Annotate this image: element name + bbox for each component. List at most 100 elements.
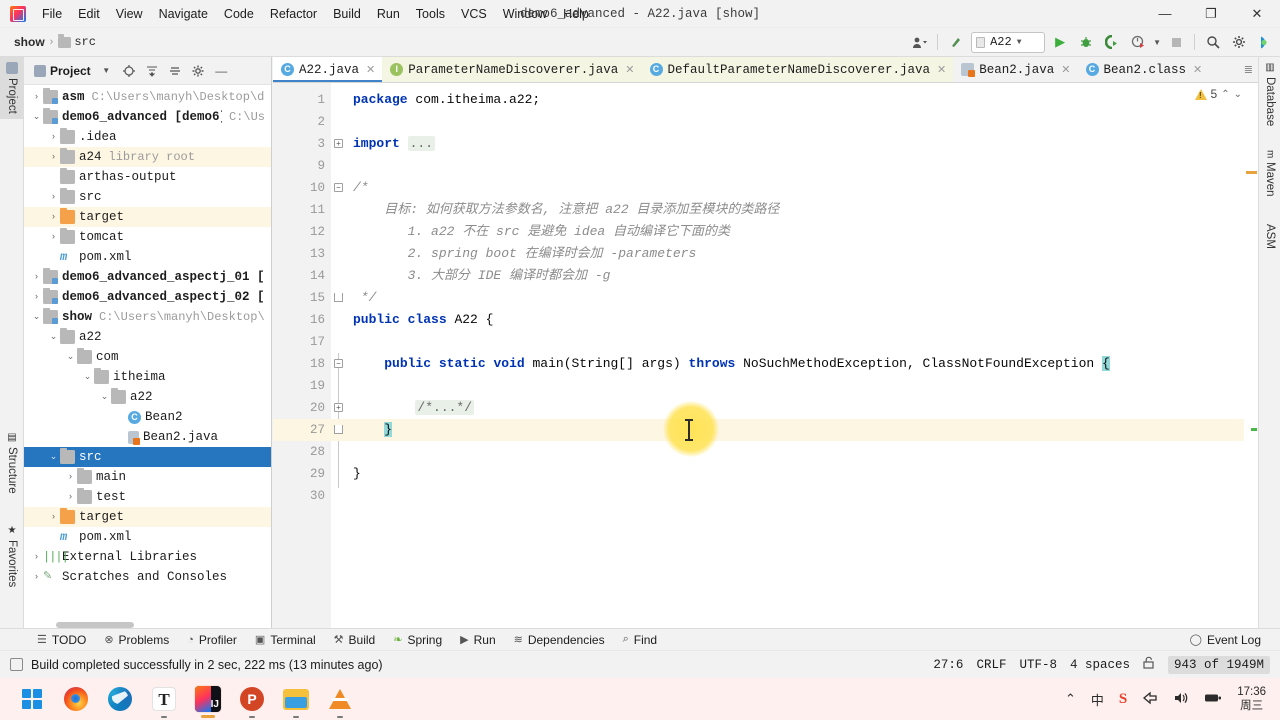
profiler-chevron-down-icon[interactable]: ▼ bbox=[1153, 38, 1161, 47]
tree-expander-icon[interactable]: ⌄ bbox=[30, 312, 43, 322]
memory-indicator[interactable]: 943 of 1949M bbox=[1167, 655, 1270, 674]
search-everywhere-icon[interactable] bbox=[1202, 31, 1224, 53]
hide-panel-icon[interactable]: — bbox=[212, 61, 231, 80]
tool-window-favorites[interactable]: ★ Favorites bbox=[0, 520, 24, 592]
close-button[interactable]: ✕ bbox=[1234, 0, 1280, 28]
tree-node[interactable]: ⌄ a22 bbox=[24, 387, 271, 407]
typora-icon[interactable]: T bbox=[150, 685, 178, 718]
tree-expander-icon[interactable]: › bbox=[30, 292, 43, 302]
settings-gear-icon[interactable] bbox=[1228, 31, 1250, 53]
lock-icon[interactable] bbox=[1143, 656, 1155, 673]
tree-node[interactable]: C Bean2 bbox=[24, 407, 271, 427]
ide-assistant-icon[interactable] bbox=[1254, 31, 1276, 53]
editor-tab[interactable]: C Bean2.class ✕ bbox=[1078, 57, 1210, 82]
tree-expander-icon[interactable]: › bbox=[47, 512, 60, 522]
close-icon[interactable]: ✕ bbox=[1193, 63, 1202, 77]
tree-expander-icon[interactable]: ⌄ bbox=[47, 332, 60, 342]
file-encoding[interactable]: UTF-8 bbox=[1019, 658, 1057, 672]
fold-marker-gutter[interactable]: + − − + bbox=[331, 83, 353, 630]
run-with-coverage-button[interactable] bbox=[1101, 31, 1123, 53]
chevron-down-icon[interactable]: ⌄ bbox=[1234, 89, 1242, 100]
chevron-down-icon[interactable]: ▼ bbox=[97, 61, 116, 80]
volume-icon[interactable] bbox=[1173, 691, 1189, 708]
tree-expander-icon[interactable]: › bbox=[47, 212, 60, 222]
tree-expander-icon[interactable]: › bbox=[47, 192, 60, 202]
collapse-fold-icon[interactable]: − bbox=[334, 183, 343, 192]
tool-window-build[interactable]: ⚒ Build bbox=[325, 633, 385, 647]
tool-window-todo[interactable]: ☰ TODO bbox=[28, 633, 95, 647]
caret-position[interactable]: 27:6 bbox=[933, 658, 963, 672]
tree-expander-icon[interactable]: › bbox=[47, 152, 60, 162]
minimize-button[interactable]: — bbox=[1142, 0, 1188, 28]
menu-navigate[interactable]: Navigate bbox=[151, 3, 216, 25]
maximize-button[interactable]: ❐ bbox=[1188, 0, 1234, 28]
tool-window-structure[interactable]: ▤ Structure bbox=[0, 427, 24, 499]
firefox-icon[interactable] bbox=[62, 685, 90, 713]
windows-start-icon[interactable] bbox=[18, 685, 46, 713]
editor-tab[interactable]: I ParameterNameDiscoverer.java ✕ bbox=[382, 57, 642, 82]
tree-node[interactable]: ⌄ a22 bbox=[24, 327, 271, 347]
breadcrumb-item-src[interactable]: src bbox=[74, 35, 96, 49]
network-icon[interactable] bbox=[1142, 691, 1158, 708]
tree-node[interactable]: m pom.xml bbox=[24, 247, 271, 267]
menu-refactor[interactable]: Refactor bbox=[262, 3, 325, 25]
tool-window-spring[interactable]: ❧ Spring bbox=[384, 633, 451, 647]
editor-tab[interactable]: C A22.java ✕ bbox=[273, 57, 383, 82]
file-explorer-icon[interactable] bbox=[282, 685, 310, 718]
tool-window-project[interactable]: Project bbox=[0, 57, 24, 119]
tree-expander-icon[interactable]: ⌄ bbox=[47, 452, 60, 462]
code-content[interactable]: package com.itheima.a22; import ... /* 目标:… bbox=[353, 83, 1258, 630]
tool-window-terminal[interactable]: ▣ Terminal bbox=[246, 633, 325, 647]
indent-setting[interactable]: 4 spaces bbox=[1070, 658, 1130, 672]
tool-window-database[interactable]: ▥ Database bbox=[1259, 57, 1280, 131]
menu-run[interactable]: Run bbox=[369, 3, 408, 25]
tool-window-asm[interactable]: ASM bbox=[1259, 219, 1280, 254]
menu-code[interactable]: Code bbox=[216, 3, 262, 25]
tab-overflow-icon[interactable]: ≣ bbox=[1239, 57, 1258, 82]
ime-indicator[interactable]: 中 bbox=[1091, 690, 1104, 709]
intellij-idea-icon[interactable] bbox=[194, 685, 222, 718]
tray-chevron-up-icon[interactable]: ⌃ bbox=[1065, 691, 1076, 707]
expand-fold-icon[interactable]: + bbox=[334, 139, 343, 148]
tree-node[interactable]: › target bbox=[24, 507, 271, 527]
tree-node[interactable]: ⌄ src bbox=[24, 447, 271, 467]
folded-comment[interactable]: /*...*/ bbox=[415, 400, 475, 415]
run-configuration-selector[interactable]: A22 ▼ bbox=[971, 31, 1046, 53]
tree-expander-icon[interactable]: › bbox=[30, 572, 43, 582]
tree-node[interactable]: Bean2.java bbox=[24, 427, 271, 447]
tool-window-maven[interactable]: m Maven bbox=[1259, 145, 1280, 202]
tree-expander-icon[interactable]: ⌄ bbox=[30, 112, 43, 122]
profiler-button[interactable] bbox=[1127, 31, 1149, 53]
tree-node[interactable]: › demo6_advanced_aspectj_02 [a bbox=[24, 287, 271, 307]
powerpoint-icon[interactable] bbox=[238, 685, 266, 718]
tree-node[interactable]: › main bbox=[24, 467, 271, 487]
tree-node[interactable]: › a24 library root bbox=[24, 147, 271, 167]
edge-icon[interactable] bbox=[106, 685, 134, 713]
tree-expander-icon[interactable]: › bbox=[30, 272, 43, 282]
debug-button[interactable] bbox=[1075, 31, 1097, 53]
tree-expander-icon[interactable]: › bbox=[30, 92, 43, 102]
tree-expander-icon[interactable]: › bbox=[64, 472, 77, 482]
tool-window-dependencies[interactable]: ≋ Dependencies bbox=[505, 633, 614, 647]
tree-expander-icon[interactable]: › bbox=[47, 232, 60, 242]
fold-end-icon[interactable] bbox=[334, 293, 343, 302]
fold-end-icon[interactable] bbox=[334, 425, 343, 434]
menu-file[interactable]: File bbox=[34, 3, 70, 25]
menu-help[interactable]: Help bbox=[555, 3, 597, 25]
close-icon[interactable]: ✕ bbox=[366, 63, 375, 77]
user-avatar-icon[interactable] bbox=[908, 31, 930, 53]
tree-node[interactable]: › .idea bbox=[24, 127, 271, 147]
expand-fold-icon[interactable]: + bbox=[334, 403, 343, 412]
tree-expander-icon[interactable]: ⌄ bbox=[98, 392, 111, 402]
updates-icon[interactable] bbox=[945, 31, 967, 53]
tool-window-profiler[interactable]: ◔ Profiler bbox=[178, 633, 246, 647]
tree-expander-icon[interactable]: › bbox=[30, 552, 43, 562]
tree-node[interactable]: › src bbox=[24, 187, 271, 207]
tool-window-problems[interactable]: ⊗ Problems bbox=[95, 633, 178, 647]
collapse-fold-icon[interactable]: − bbox=[334, 359, 343, 368]
tree-node[interactable]: › demo6_advanced_aspectj_01 [a bbox=[24, 267, 271, 287]
sogou-input-icon[interactable]: S bbox=[1119, 691, 1127, 708]
tree-node[interactable]: ⌄ demo6_advanced [demo6] C:\Us bbox=[24, 107, 271, 127]
settings-gear-icon[interactable] bbox=[189, 61, 208, 80]
editor-tab[interactable]: C DefaultParameterNameDiscoverer.java ✕ bbox=[641, 57, 954, 82]
